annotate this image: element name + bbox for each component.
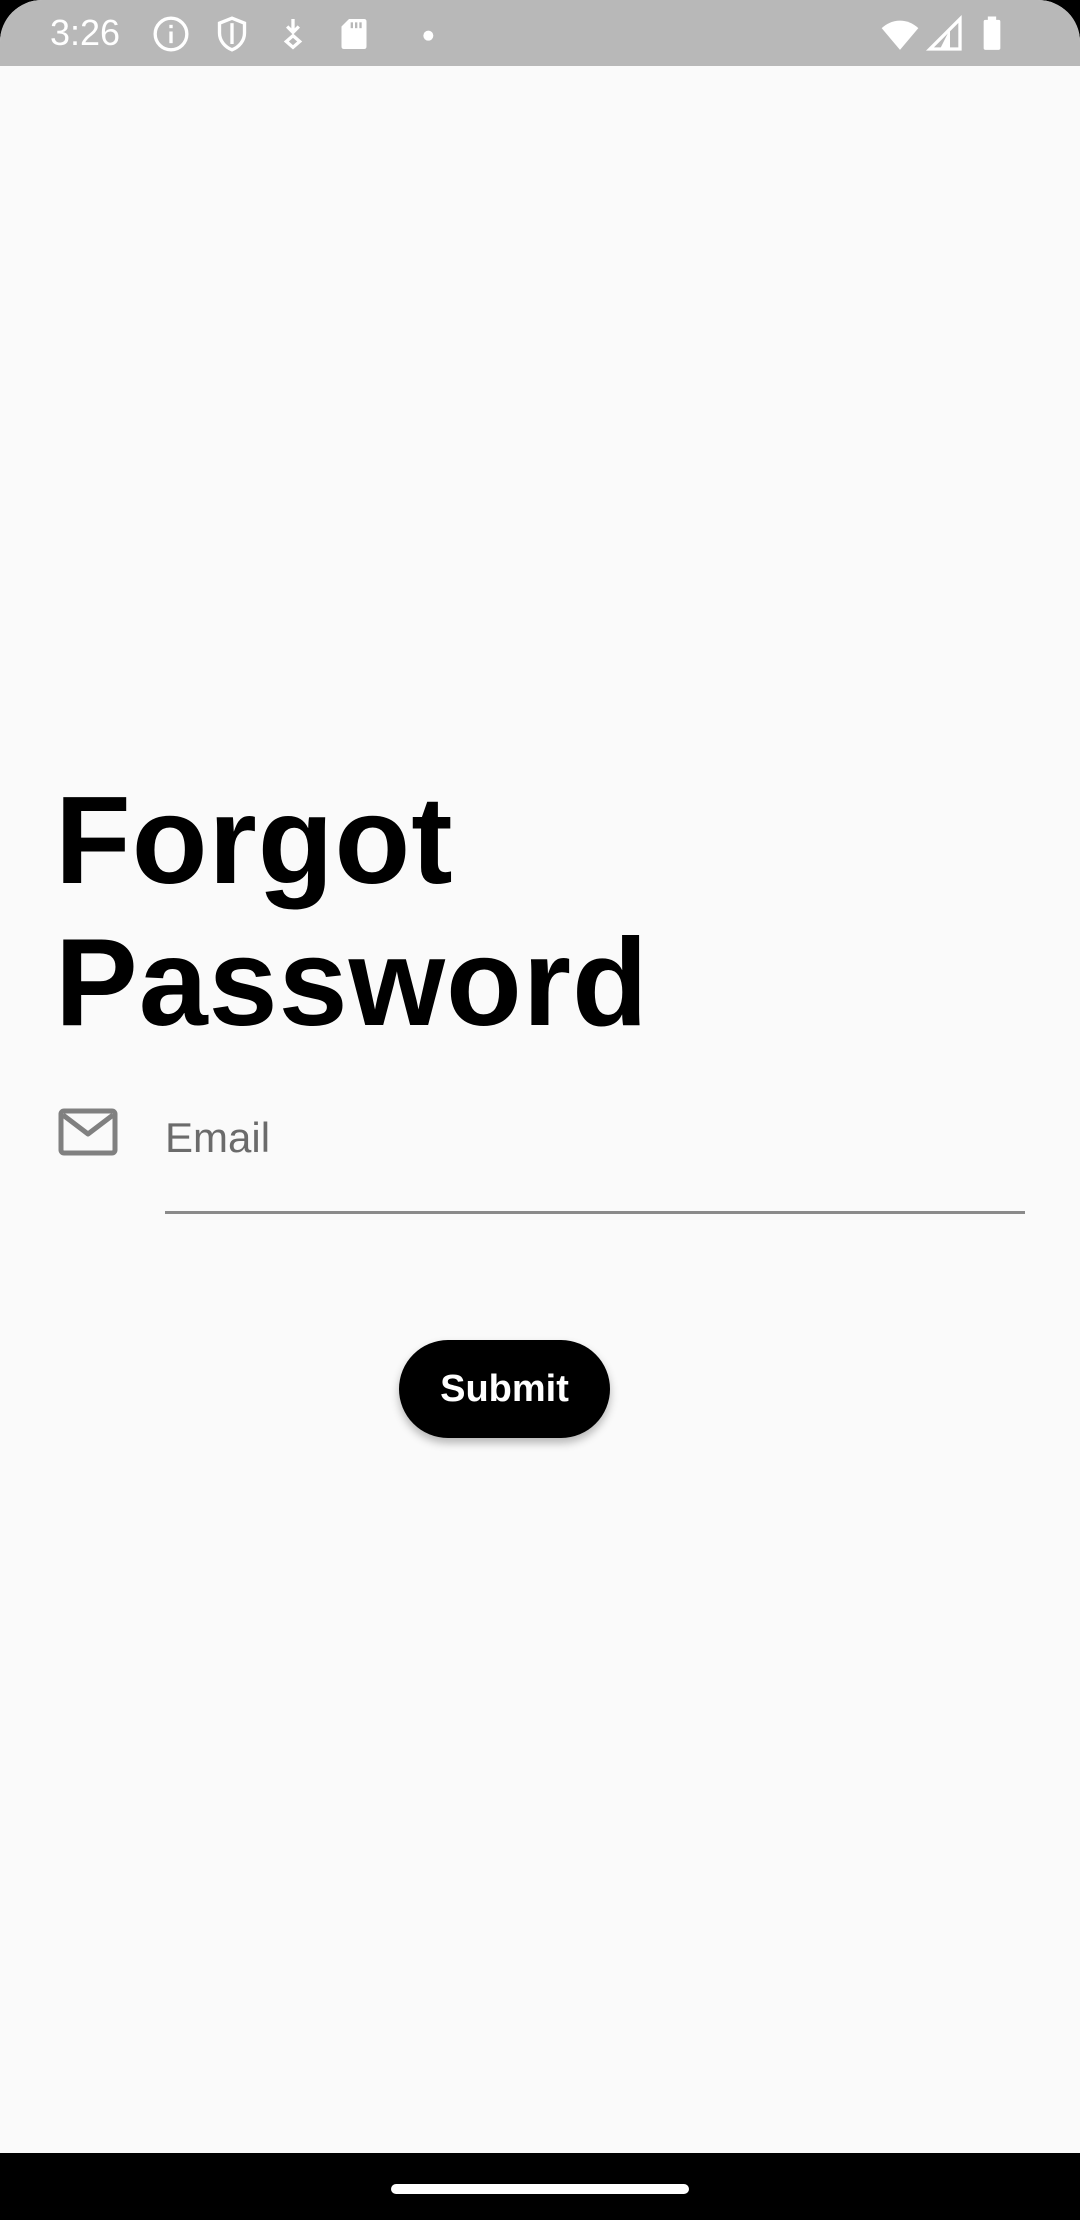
- status-time: 3:26: [50, 12, 121, 53]
- page-title-line-1: Forgot: [55, 772, 454, 910]
- mail-icon: [58, 1108, 118, 1156]
- shield-icon: [212, 14, 252, 54]
- submit-button[interactable]: Submit: [399, 1340, 610, 1438]
- navigation-bar: [0, 2153, 1080, 2220]
- sd-card-icon: [334, 14, 374, 54]
- home-handle[interactable]: [391, 2184, 689, 2194]
- signal-icon: [925, 14, 965, 54]
- wifi-icon: [880, 14, 920, 54]
- app-screen: 3:26 Forgot Password Email Submit: [0, 0, 1080, 2153]
- page-title: Forgot Password: [55, 770, 649, 1054]
- battery-icon: [972, 14, 1012, 54]
- status-bar: 3:26: [0, 0, 1080, 66]
- email-field[interactable]: [165, 1092, 1025, 1214]
- dot-icon: [395, 14, 435, 54]
- info-icon: [151, 14, 191, 54]
- page-title-line-2: Password: [55, 914, 649, 1052]
- download-icon: [273, 14, 313, 54]
